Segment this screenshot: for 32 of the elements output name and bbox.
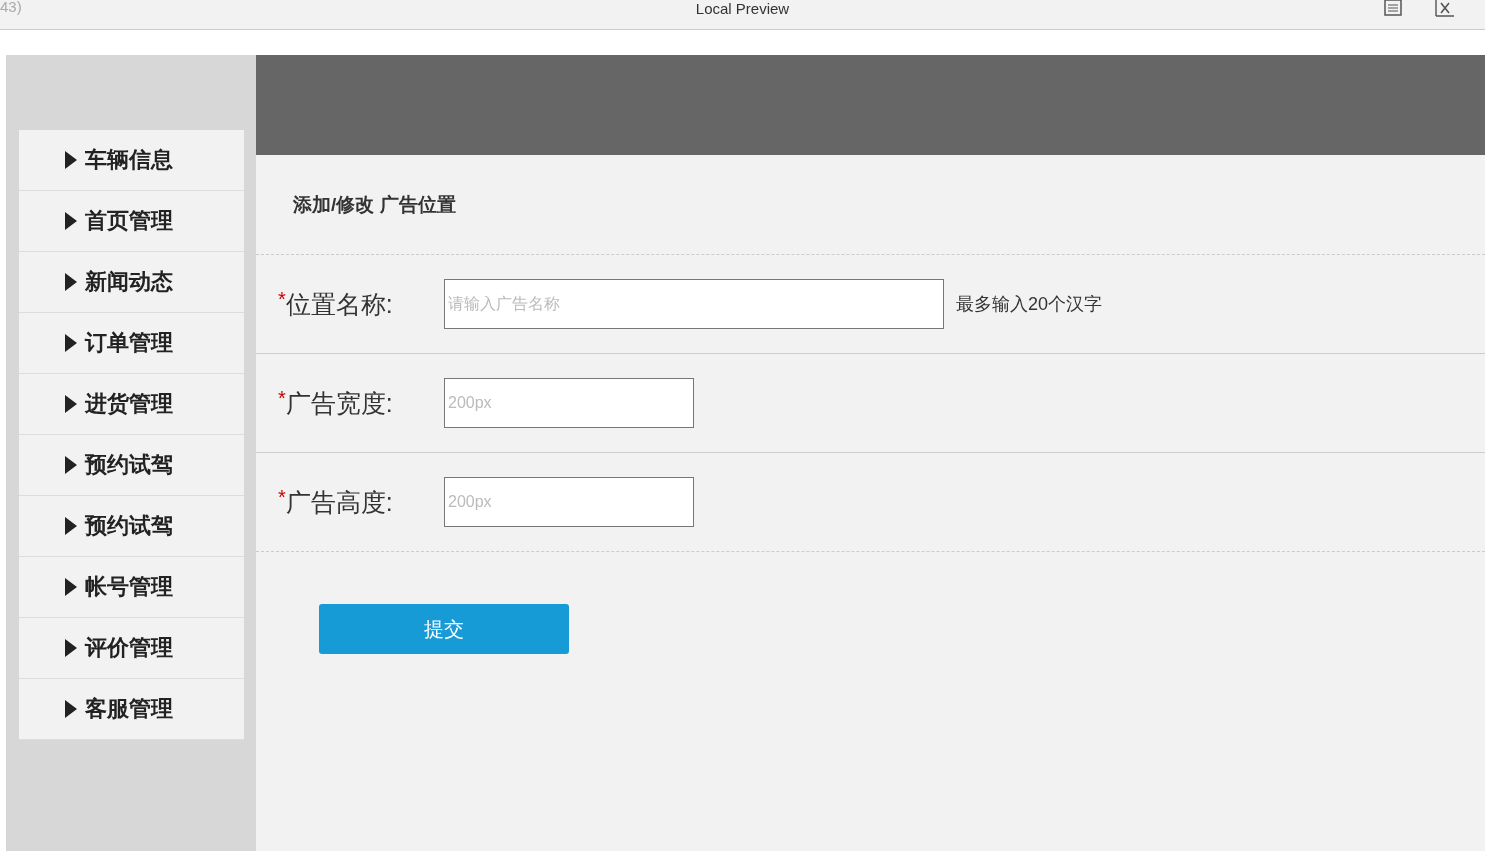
triangle-right-icon	[65, 334, 77, 352]
sidebar-item[interactable]: 订单管理	[19, 313, 244, 374]
triangle-right-icon	[65, 517, 77, 535]
field-hint: 最多输入20个汉字	[956, 293, 1103, 316]
formula-icon[interactable]	[1435, 0, 1455, 17]
window-title: Local Preview	[695, 0, 790, 17]
sidebar-item[interactable]: 首页管理	[19, 191, 244, 252]
sidebar-item[interactable]: 预约试驾	[19, 496, 244, 557]
sidebar-item[interactable]: 新闻动态	[19, 252, 244, 313]
triangle-right-icon	[65, 700, 77, 718]
document-icon[interactable]	[1384, 0, 1402, 16]
triangle-right-icon	[65, 151, 77, 169]
form-title: 添加/修改 广告位置	[293, 192, 456, 217]
triangle-right-icon	[65, 456, 77, 474]
triangle-right-icon	[65, 578, 77, 596]
window-number: 43)	[0, 0, 22, 15]
sidebar-item[interactable]: 进货管理	[19, 374, 244, 435]
sidebar-item[interactable]: 评价管理	[19, 618, 244, 679]
triangle-right-icon	[65, 395, 77, 413]
sidebar-item[interactable]: 车辆信息	[19, 130, 244, 191]
sidebar-item[interactable]: 预约试驾	[19, 435, 244, 496]
sidebar-item[interactable]: 客服管理	[19, 679, 244, 740]
input-field[interactable]: 200px	[444, 378, 694, 428]
field-label: *广告宽度:	[278, 386, 394, 419]
triangle-right-icon	[65, 639, 77, 657]
input-field[interactable]: 200px	[444, 477, 694, 527]
triangle-right-icon	[65, 273, 77, 291]
field-label: *位置名称:	[278, 287, 394, 320]
input-field[interactable]: 请输入广告名称	[444, 279, 944, 329]
sidebar-item[interactable]: 帐号管理	[19, 557, 244, 618]
triangle-right-icon	[65, 212, 77, 230]
field-label: *广告高度:	[278, 485, 394, 518]
